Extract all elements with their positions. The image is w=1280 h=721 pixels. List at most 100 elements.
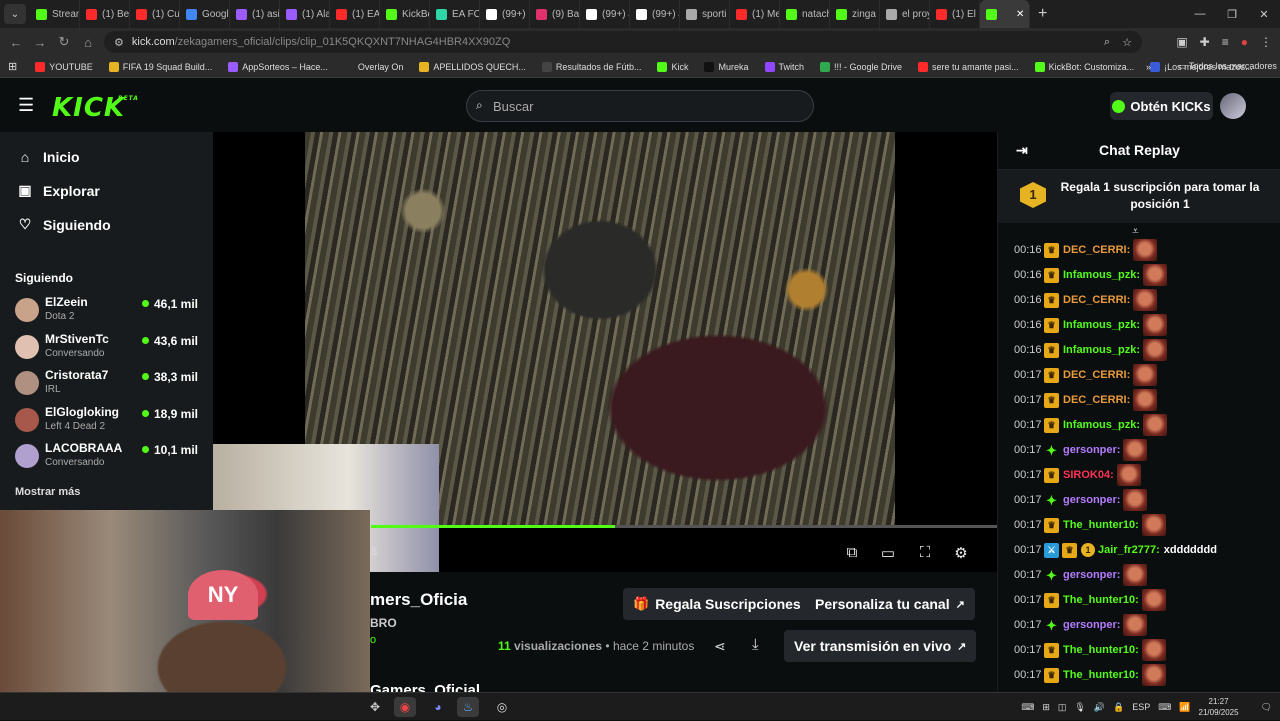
keyboard-icon[interactable]: ⌨ bbox=[1158, 702, 1171, 713]
bookmark-item[interactable]: !!! - Google Drive bbox=[820, 61, 902, 72]
chat-username[interactable]: Jair_fr2777: bbox=[1098, 544, 1160, 556]
browser-tab[interactable]: (99+) R bbox=[480, 0, 530, 28]
obs-icon[interactable]: ◎ bbox=[491, 697, 513, 717]
chat-username[interactable]: The_hunter10: bbox=[1063, 644, 1139, 656]
chat-username[interactable]: DEC_CERRI: bbox=[1063, 294, 1130, 306]
bookmark-item[interactable]: APELLIDOS QUECH... bbox=[419, 61, 526, 72]
camera-icon[interactable]: ◫ bbox=[1058, 702, 1067, 713]
bookmark-item[interactable]: YOUTUBE bbox=[35, 61, 93, 72]
chat-username[interactable]: Infamous_pzk: bbox=[1063, 419, 1140, 431]
browser-tab[interactable]: (1) asi bbox=[230, 0, 280, 28]
bookmark-item[interactable]: sere tu amante pasi... bbox=[918, 61, 1019, 72]
user-avatar[interactable] bbox=[1220, 93, 1246, 119]
browser-tab[interactable]: (1) Be bbox=[80, 0, 130, 28]
forward-button[interactable]: → bbox=[28, 35, 52, 50]
settings-gear-icon[interactable]: ⚙ bbox=[951, 544, 971, 564]
browser-tab[interactable]: EA FC bbox=[430, 0, 480, 28]
clock[interactable]: 21:27 21/09/2025 bbox=[1199, 696, 1239, 718]
maximize-button[interactable]: ❐ bbox=[1216, 0, 1248, 28]
steam-icon[interactable]: ♨ bbox=[457, 697, 479, 717]
browser-tab[interactable]: (1) El P bbox=[930, 0, 980, 28]
bookmark-item[interactable]: Kick bbox=[657, 61, 688, 72]
url-field[interactable]: ⚙ kick.com/zekagamers_oficial/clips/clip… bbox=[104, 31, 1142, 53]
chat-username[interactable]: The_hunter10: bbox=[1063, 594, 1139, 606]
browser-tab[interactable]: (1) EA bbox=[330, 0, 380, 28]
video-progress-bar[interactable] bbox=[371, 525, 997, 528]
bookmark-item[interactable]: KickBot: Customiza... bbox=[1034, 61, 1134, 72]
volume-icon[interactable]: 🔊 bbox=[1094, 702, 1105, 713]
chat-username[interactable]: gersonper: bbox=[1063, 619, 1120, 631]
media-controls-icon[interactable]: ≡ bbox=[1222, 35, 1229, 49]
notifications-icon[interactable]: 🗨 bbox=[1261, 702, 1272, 713]
discord-icon[interactable]: ◕ bbox=[427, 697, 449, 717]
show-more-link[interactable]: Mostrar más bbox=[15, 486, 80, 498]
pinned-gift-banner[interactable]: 1 Regala 1 suscripción para tomar la pos… bbox=[998, 169, 1280, 238]
browser-tab[interactable]: (99+) J bbox=[580, 0, 630, 28]
browser-tab[interactable]: Stream bbox=[30, 0, 80, 28]
bookmark-item[interactable]: Mureka bbox=[704, 61, 749, 72]
followed-channel[interactable]: MrStivenTc Conversando 43,6 mil bbox=[15, 329, 205, 365]
zoom-icon[interactable]: ⌕ bbox=[1104, 36, 1110, 49]
tab-search-button[interactable]: ⌄ bbox=[4, 4, 26, 24]
get-kicks-button[interactable]: Obtén KICKs bbox=[1110, 92, 1213, 120]
new-tab-button[interactable]: + bbox=[1038, 5, 1047, 23]
chat-username[interactable]: gersonper: bbox=[1063, 444, 1120, 456]
browser-tab[interactable]: Googl bbox=[180, 0, 230, 28]
chrome-icon[interactable]: ◉ bbox=[394, 697, 416, 717]
chat-username[interactable]: Infamous_pzk: bbox=[1063, 319, 1140, 331]
watch-live-button[interactable]: Ver transmisión en vivo ↗ bbox=[784, 630, 977, 662]
followed-channel[interactable]: LACOBRAAA Conversando 10,1 mil bbox=[15, 438, 205, 474]
profile-icon[interactable]: ● bbox=[1241, 35, 1248, 49]
browser-tab[interactable]: (1) Me bbox=[730, 0, 780, 28]
browser-tab[interactable]: ✕ bbox=[980, 0, 1030, 28]
sidebar-item-explorar[interactable]: ▣ Explorar bbox=[15, 182, 99, 199]
chat-username[interactable]: SIROK04: bbox=[1063, 469, 1114, 481]
extension-icon[interactable]: ▣ bbox=[1176, 35, 1187, 49]
theater-mode-icon[interactable]: ▭ bbox=[878, 544, 898, 564]
download-icon[interactable]: ⤓ bbox=[752, 636, 759, 653]
collapse-chat-icon[interactable]: ⇥ bbox=[1016, 142, 1028, 159]
browser-tab[interactable]: sporti bbox=[680, 0, 730, 28]
bookmark-star-icon[interactable]: ☆ bbox=[1122, 36, 1132, 49]
channel-name-partial[interactable]: mers_Oficia bbox=[370, 590, 467, 610]
home-button[interactable]: ⌂ bbox=[76, 35, 100, 50]
bookmark-item[interactable]: Twitch bbox=[764, 61, 804, 72]
bookmark-item[interactable]: Overlay On bbox=[343, 61, 403, 72]
chat-username[interactable]: DEC_CERRI: bbox=[1063, 244, 1130, 256]
browser-tab[interactable]: zinga bbox=[830, 0, 880, 28]
sidebar-item-inicio[interactable]: ⌂ Inicio bbox=[15, 149, 80, 165]
close-window-button[interactable]: ✕ bbox=[1248, 0, 1280, 28]
chat-username[interactable]: DEC_CERRI: bbox=[1063, 394, 1130, 406]
language-indicator[interactable]: ESP bbox=[1132, 702, 1150, 712]
followed-channel[interactable]: ElGlogloking Left 4 Dead 2 18,9 mil bbox=[15, 402, 205, 438]
browser-tab[interactable]: natach bbox=[780, 0, 830, 28]
lock-icon[interactable]: 🔒 bbox=[1113, 702, 1124, 713]
chat-username[interactable]: Infamous_pzk: bbox=[1063, 344, 1140, 356]
taskbar-app-icon[interactable]: ✥ bbox=[364, 697, 386, 717]
all-bookmarks[interactable]: ▭ Todos los marcadores bbox=[1178, 61, 1277, 72]
chat-username[interactable]: The_hunter10: bbox=[1063, 519, 1139, 531]
browser-tab[interactable]: el proy bbox=[880, 0, 930, 28]
chat-username[interactable]: gersonper: bbox=[1063, 569, 1120, 581]
followed-channel[interactable]: ElZeein Dota 2 46,1 mil bbox=[15, 292, 205, 328]
chat-username[interactable]: The_hunter10: bbox=[1063, 669, 1139, 681]
apps-icon[interactable]: ⊞ bbox=[8, 60, 17, 73]
reload-button[interactable]: ↻ bbox=[52, 34, 76, 50]
sidebar-item-siguiendo[interactable]: ♡ Siguiendo bbox=[15, 216, 111, 233]
bookmark-item[interactable]: FIFA 19 Squad Build... bbox=[108, 61, 212, 72]
back-button[interactable]: ← bbox=[4, 35, 28, 50]
browser-tab[interactable]: (1) Cu bbox=[130, 0, 180, 28]
chat-username[interactable]: gersonper: bbox=[1063, 494, 1120, 506]
fullscreen-icon[interactable]: ⛶ bbox=[915, 544, 935, 564]
network-icon[interactable]: 📶 bbox=[1179, 702, 1190, 713]
browser-menu-icon[interactable]: ⋮ bbox=[1260, 35, 1272, 49]
gift-subscriptions-button[interactable]: 🎁 Regala Suscripciones bbox=[623, 588, 811, 620]
close-tab-icon[interactable]: ✕ bbox=[1016, 9, 1024, 20]
tray-icon[interactable]: ⊞ bbox=[1042, 702, 1050, 713]
browser-tab[interactable]: (9) Bar bbox=[530, 0, 580, 28]
minimize-button[interactable]: — bbox=[1184, 0, 1216, 28]
video-player[interactable]: 8 ⧉ ▭ ⛶ ⚙ bbox=[213, 132, 997, 572]
bookmark-item[interactable]: AppSorteos – Hace... bbox=[228, 61, 328, 72]
microphone-icon[interactable]: 🎙 bbox=[1074, 702, 1085, 713]
share-icon[interactable]: ⋖ bbox=[714, 638, 726, 655]
